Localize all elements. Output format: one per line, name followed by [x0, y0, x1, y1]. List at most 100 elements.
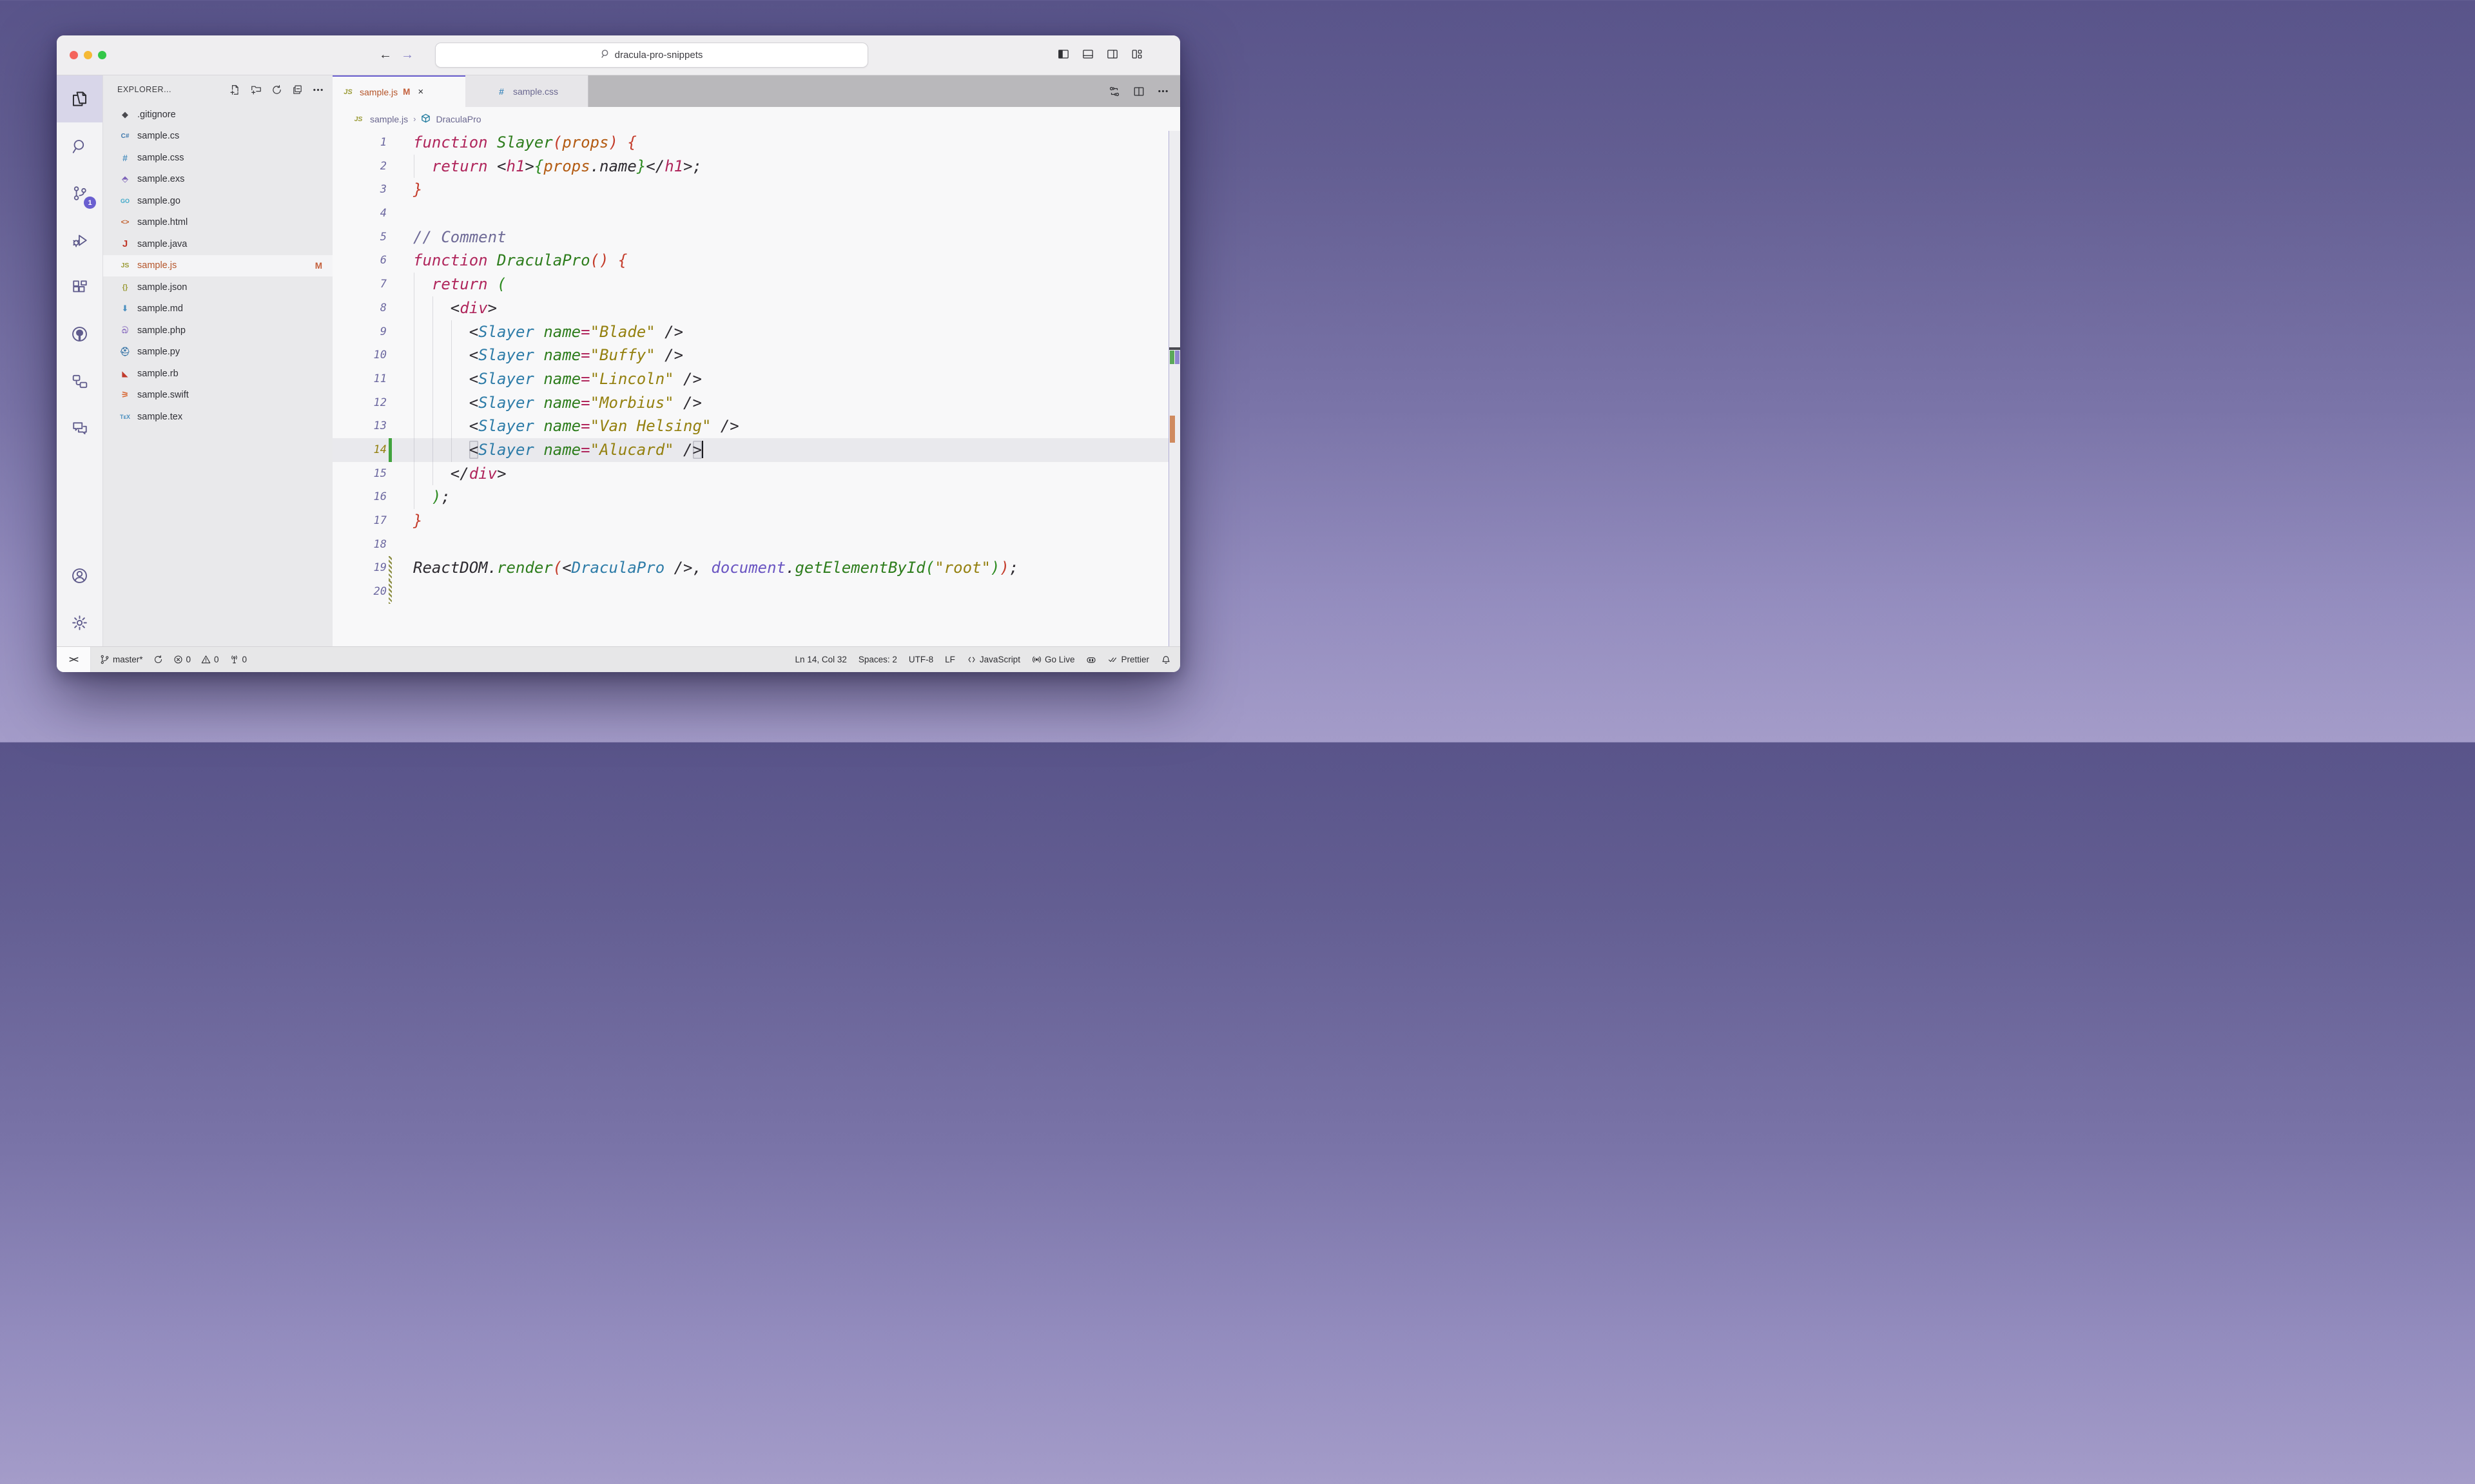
overview-ruler[interactable]: [1169, 131, 1180, 646]
code-line-2[interactable]: 2 return <h1>{props.name}</h1>;: [333, 154, 1180, 178]
code-line-5[interactable]: 5 // Comment: [333, 226, 1180, 249]
file-item-sample-exs[interactable]: ⬘ sample.exs: [103, 169, 333, 191]
status-item-ln-14-col-32[interactable]: Ln 14, Col 32: [795, 655, 847, 664]
status-item-0[interactable]: 0: [201, 655, 219, 664]
file-item-sample-tex[interactable]: TᴇX sample.tex: [103, 406, 333, 428]
file-item-sample-rb[interactable]: ◣ sample.rb: [103, 363, 333, 385]
toggle-panel-icon[interactable]: [1082, 48, 1094, 60]
status-item-0[interactable]: 0: [173, 655, 191, 664]
collapse-folders-icon[interactable]: [292, 84, 303, 95]
code-line-18[interactable]: 18: [333, 533, 1180, 557]
code-line-13[interactable]: 13 <Slayer name="Van Helsing" />: [333, 414, 1180, 438]
go-file-icon: GO: [120, 197, 130, 204]
command-center-search[interactable]: dracula-pro-snippets: [435, 43, 868, 68]
status-item-master[interactable]: master*: [100, 655, 143, 664]
file-item-sample-md[interactable]: ⬇ sample.md: [103, 298, 333, 320]
breadcrumb-file[interactable]: sample.js: [370, 114, 408, 124]
code-line-3[interactable]: 3}: [333, 178, 1180, 202]
code-line-9[interactable]: 9 <Slayer name="Blade" />: [333, 320, 1180, 344]
activity-bar-item-source-control[interactable]: 1: [57, 169, 102, 217]
file-item-sample-go[interactable]: GO sample.go: [103, 190, 333, 212]
code-line-16[interactable]: 16 );: [333, 485, 1180, 509]
activity-bar-item-github[interactable]: [57, 311, 102, 358]
back-button[interactable]: ←: [379, 47, 392, 63]
gutter-change-indicator[interactable]: [389, 556, 392, 581]
status-item-copilot[interactable]: [1086, 655, 1096, 665]
activity-bar-item-run-and-debug[interactable]: [57, 217, 102, 264]
toggle-secondary-sidebar-icon[interactable]: [1107, 48, 1118, 60]
new-folder-icon[interactable]: [251, 84, 262, 95]
token-tag: h1: [506, 157, 525, 175]
activity-bar-item-search[interactable]: [57, 122, 102, 169]
toggle-primary-sidebar-icon[interactable]: [1058, 48, 1069, 60]
activity-bar-item-explorer[interactable]: [57, 75, 102, 122]
code-line-15[interactable]: 15 </div>: [333, 461, 1180, 486]
file-item-sample-swift[interactable]: ⚞ sample.swift: [103, 385, 333, 407]
status-item-sync[interactable]: [153, 655, 163, 664]
more-actions-icon[interactable]: [313, 84, 324, 95]
activity-bar-item-settings-gear[interactable]: [57, 599, 102, 646]
code-line-11[interactable]: 11 <Slayer name="Lincoln" />: [333, 367, 1180, 391]
status-label: 0: [186, 655, 191, 664]
forward-button[interactable]: →: [401, 47, 414, 63]
activity-bar-item-accounts[interactable]: [57, 552, 102, 599]
status-item-javascript[interactable]: JavaScript: [967, 655, 1020, 664]
gutter-change-indicator[interactable]: [389, 438, 392, 462]
activity-bar-item-comments[interactable]: [57, 405, 102, 452]
status-item-go-live[interactable]: Go Live: [1032, 655, 1074, 664]
token-str: "Lincoln": [590, 369, 674, 388]
code-line-17[interactable]: 17}: [333, 509, 1180, 533]
token-pl: .: [786, 559, 795, 577]
file-item-sample-java[interactable]: Jsample.java: [103, 233, 333, 255]
split-editor-icon[interactable]: [1133, 86, 1145, 97]
gutter-change-indicator[interactable]: [389, 580, 392, 604]
status-item-spaces-2[interactable]: Spaces: 2: [859, 655, 897, 664]
open-changes-icon[interactable]: [1109, 86, 1120, 97]
tab-sample-css[interactable]: # sample.css: [465, 75, 588, 107]
token-attr: name: [543, 322, 581, 341]
code-line-1[interactable]: 1 function Slayer(props) {: [333, 131, 1180, 155]
minimize-window-button[interactable]: [84, 51, 92, 59]
code-line-7[interactable]: 7 return (: [333, 273, 1180, 296]
token-str: "root": [935, 559, 991, 577]
file-item-sample-json[interactable]: {} sample.json: [103, 276, 333, 298]
line-number: 14: [373, 443, 387, 456]
new-file-icon[interactable]: [230, 84, 241, 95]
status-item-0[interactable]: 0: [229, 655, 247, 664]
customize-layout-icon[interactable]: [1131, 48, 1143, 60]
close-window-button[interactable]: [70, 51, 78, 59]
code-line-12[interactable]: 12 <Slayer name="Morbius" />: [333, 390, 1180, 415]
remote-indicator[interactable]: ><: [57, 647, 91, 672]
tab-sample-js[interactable]: JS sample.js M ×: [333, 75, 465, 107]
status-item-utf-8[interactable]: UTF-8: [909, 655, 933, 664]
file-item-sample-php[interactable]: බ sample.php: [103, 320, 333, 342]
token-b2: ): [990, 559, 1000, 577]
zoom-window-button[interactable]: [98, 51, 106, 59]
status-item-lf[interactable]: LF: [945, 655, 955, 664]
file-item-sample-html[interactable]: <> sample.html: [103, 212, 333, 234]
breadcrumb-symbol[interactable]: DraculaPro: [436, 114, 481, 124]
token-comp: Slayer: [478, 369, 534, 388]
code-line-4[interactable]: 4: [333, 202, 1180, 226]
file-item-gitignore[interactable]: ◆ .gitignore: [103, 104, 333, 126]
code-line-20[interactable]: 20: [333, 580, 1180, 604]
close-tab-icon[interactable]: ×: [418, 86, 423, 97]
activity-bar-item-remote-explorer[interactable]: [57, 358, 102, 405]
file-item-sample-py[interactable]: ⛑ sample.py: [103, 342, 333, 363]
code-line-8[interactable]: 8 <div>: [333, 296, 1180, 320]
activity-bar-item-extensions[interactable]: [57, 264, 102, 311]
code-line-10[interactable]: 10 <Slayer name="Buffy" />: [333, 343, 1180, 367]
code-editor[interactable]: 1 function Slayer(props) {2 return <h1>{p…: [333, 131, 1180, 646]
status-item-bell[interactable]: [1161, 655, 1171, 665]
code-line-19[interactable]: 19 ReactDOM.render(<DraculaPro />, docume…: [333, 556, 1180, 581]
refresh-icon[interactable]: [271, 84, 282, 95]
status-item-prettier[interactable]: Prettier: [1108, 655, 1149, 664]
file-item-sample-js[interactable]: JS sample.js M: [103, 255, 333, 276]
code-line-6[interactable]: 6 function DraculaPro() {: [333, 249, 1180, 273]
file-item-sample-css[interactable]: # sample.css: [103, 147, 333, 169]
file-item-sample-cs[interactable]: C# sample.cs: [103, 126, 333, 148]
more-actions-icon[interactable]: [1158, 86, 1169, 97]
code-line-14[interactable]: 14 <Slayer name="Alucard" />: [333, 438, 1180, 462]
token-attr: name: [543, 393, 581, 412]
